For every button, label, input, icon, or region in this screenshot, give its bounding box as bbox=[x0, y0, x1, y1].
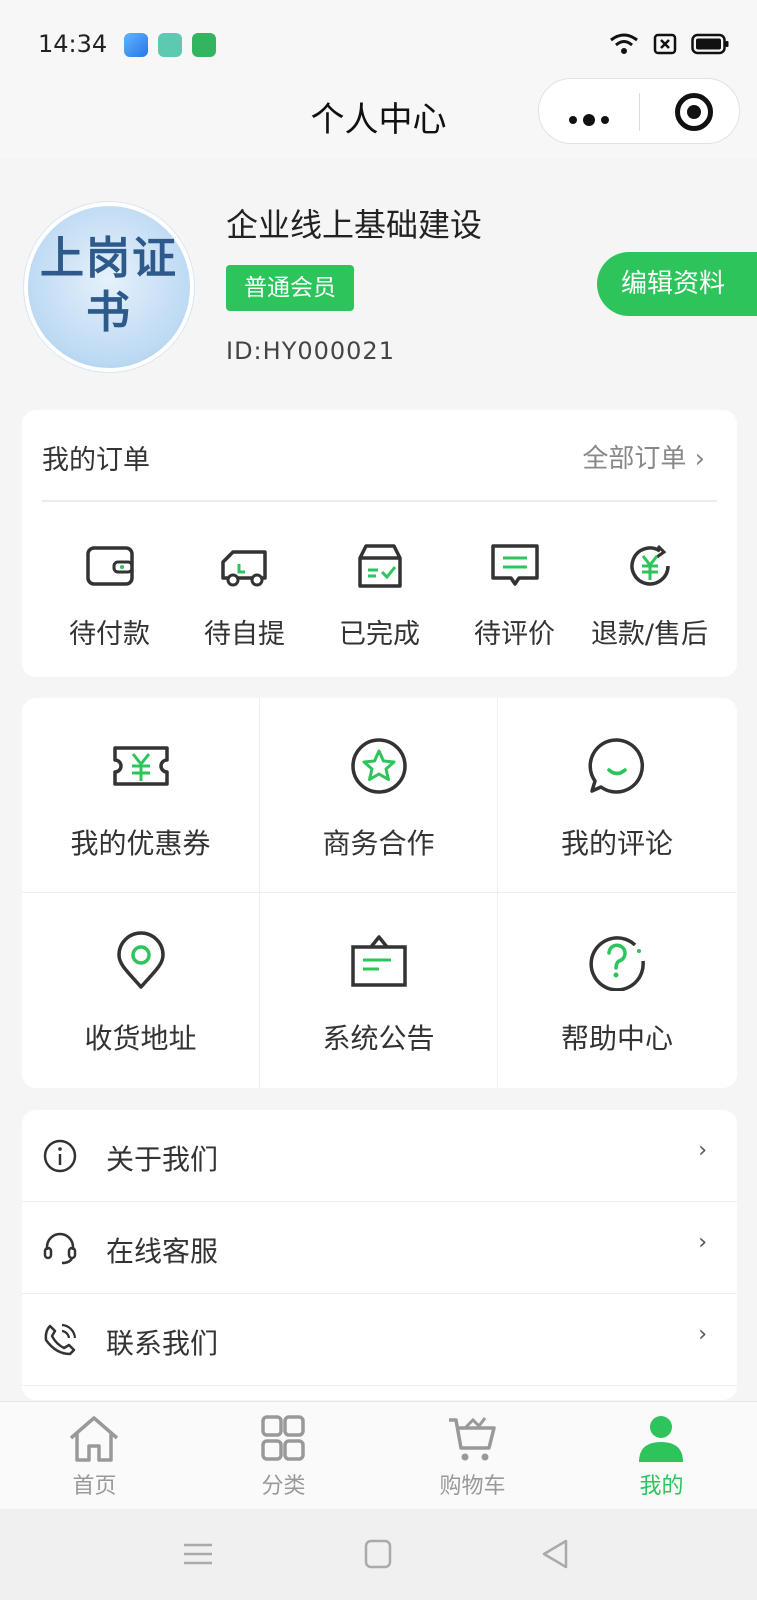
all-orders-link[interactable]: 全部订单 › bbox=[582, 438, 705, 475]
tab-cart[interactable]: 购物车 bbox=[378, 1402, 567, 1509]
coupon-icon bbox=[113, 746, 169, 786]
menu-label: 关于我们 bbox=[106, 1143, 219, 1176]
tab-label: 购物车 bbox=[439, 1474, 506, 1499]
profile-id: ID:HY000021 bbox=[226, 337, 395, 365]
grid-item-coupons[interactable]: 我的优惠券 bbox=[22, 698, 260, 893]
tab-category[interactable]: 分类 bbox=[189, 1402, 378, 1509]
chat-bubble-icon bbox=[588, 738, 644, 794]
app-teal-icon bbox=[158, 33, 182, 57]
edit-profile-button[interactable]: 编辑资料 bbox=[597, 252, 757, 316]
bottom-tab-bar: 首页 分类 购物车 我的 bbox=[0, 1401, 757, 1509]
order-label: 待自提 bbox=[204, 619, 285, 650]
sim-icon bbox=[653, 33, 677, 55]
menu-icon[interactable] bbox=[178, 1537, 218, 1571]
status-time: 14:34 bbox=[38, 30, 108, 58]
truck-icon bbox=[220, 550, 267, 587]
chevron-right-icon: › bbox=[698, 1322, 707, 1347]
mini-program-capsule bbox=[538, 78, 740, 144]
grid-label: 系统公告 bbox=[322, 1022, 435, 1055]
grid-label: 我的评论 bbox=[560, 827, 673, 860]
wallet-icon bbox=[85, 546, 134, 586]
nav-bar: 个人中心 bbox=[0, 78, 757, 158]
status-indicators bbox=[609, 32, 729, 56]
menu-item-customer-service[interactable]: 在线客服 › bbox=[22, 1202, 737, 1294]
battery-icon bbox=[691, 33, 729, 55]
chevron-right-icon: › bbox=[698, 1230, 707, 1255]
tab-label: 分类 bbox=[261, 1474, 306, 1499]
avatar[interactable]: 上岗证书 bbox=[24, 202, 194, 372]
menu-list: 关于我们 › 在线客服 › 联系我们 › bbox=[22, 1110, 737, 1400]
grid-label: 收货地址 bbox=[84, 1022, 197, 1055]
menu-label: 联系我们 bbox=[106, 1327, 219, 1360]
order-status-row: 待付款 待自提 已完成 待评价 退款/售后 bbox=[22, 538, 737, 651]
back-triangle-icon[interactable] bbox=[536, 1537, 576, 1571]
grid-label: 帮助中心 bbox=[560, 1022, 673, 1055]
info-icon bbox=[43, 1139, 77, 1173]
status-bar: 14:34 bbox=[0, 0, 757, 90]
grid-label: 我的优惠券 bbox=[70, 827, 211, 860]
grid-item-announcements[interactable]: 系统公告 bbox=[260, 893, 498, 1088]
box-check-icon bbox=[357, 544, 402, 588]
profile-name: 企业线上基础建设 bbox=[226, 206, 483, 244]
user-icon bbox=[639, 1416, 683, 1462]
order-completed[interactable]: 已完成 bbox=[312, 538, 447, 651]
member-badge: 普通会员 bbox=[226, 265, 354, 311]
home-square-icon[interactable] bbox=[358, 1537, 398, 1571]
order-pending-review[interactable]: 待评价 bbox=[447, 538, 582, 651]
location-pin-icon bbox=[117, 931, 165, 989]
menu-item-about[interactable]: 关于我们 › bbox=[22, 1110, 737, 1202]
order-pending-payment[interactable]: 待付款 bbox=[42, 538, 177, 651]
tab-home[interactable]: 首页 bbox=[0, 1402, 189, 1509]
avatar-text: 上岗证书 bbox=[40, 233, 178, 338]
menu-item-contact[interactable]: 联系我们 › bbox=[22, 1294, 737, 1386]
grid-item-business[interactable]: 商务合作 bbox=[260, 698, 498, 893]
order-label: 待付款 bbox=[69, 619, 150, 650]
more-menu-button[interactable] bbox=[569, 109, 615, 128]
phone-icon bbox=[44, 1323, 77, 1356]
home-icon bbox=[69, 1416, 119, 1462]
orders-title: 我的订单 bbox=[42, 445, 150, 476]
tab-label: 首页 bbox=[72, 1474, 117, 1499]
orders-card: 我的订单 全部订单 › 待付款 待自提 已完成 待评价 退款/售后 bbox=[22, 410, 737, 677]
notice-board-icon bbox=[351, 935, 407, 987]
app-green-icon bbox=[192, 33, 216, 57]
tab-label: 我的 bbox=[639, 1474, 684, 1499]
order-refund-aftersale[interactable]: 退款/售后 bbox=[582, 538, 717, 651]
system-navigation-bar bbox=[0, 1509, 757, 1600]
help-icon bbox=[589, 936, 645, 991]
chevron-right-icon: › bbox=[698, 1138, 707, 1163]
status-app-icons bbox=[124, 33, 216, 57]
app-blue-icon bbox=[124, 33, 148, 57]
headset-icon bbox=[43, 1232, 77, 1265]
refund-icon bbox=[629, 544, 670, 586]
grid-item-comments[interactable]: 我的评论 bbox=[498, 698, 736, 893]
grid-label: 商务合作 bbox=[322, 827, 435, 860]
services-grid: 我的优惠券 商务合作 我的评论 收货地址 系统公告 帮助中心 bbox=[22, 698, 737, 1088]
grid-item-address[interactable]: 收货地址 bbox=[22, 893, 260, 1088]
order-label: 退款/售后 bbox=[590, 619, 709, 650]
wifi-icon bbox=[610, 33, 638, 54]
category-icon bbox=[261, 1415, 305, 1461]
order-label: 待评价 bbox=[474, 619, 555, 650]
close-mini-program-button[interactable] bbox=[675, 93, 713, 131]
grid-item-help[interactable]: 帮助中心 bbox=[498, 893, 736, 1088]
order-pending-pickup[interactable]: 待自提 bbox=[177, 538, 312, 651]
menu-label: 在线客服 bbox=[106, 1235, 219, 1268]
capsule-divider bbox=[639, 93, 640, 131]
orders-header: 我的订单 全部订单 › bbox=[42, 410, 717, 502]
order-label: 已完成 bbox=[339, 619, 420, 650]
cart-icon bbox=[449, 1417, 496, 1461]
comment-icon bbox=[490, 544, 539, 586]
tab-mine[interactable]: 我的 bbox=[567, 1402, 756, 1509]
star-icon bbox=[351, 738, 407, 794]
